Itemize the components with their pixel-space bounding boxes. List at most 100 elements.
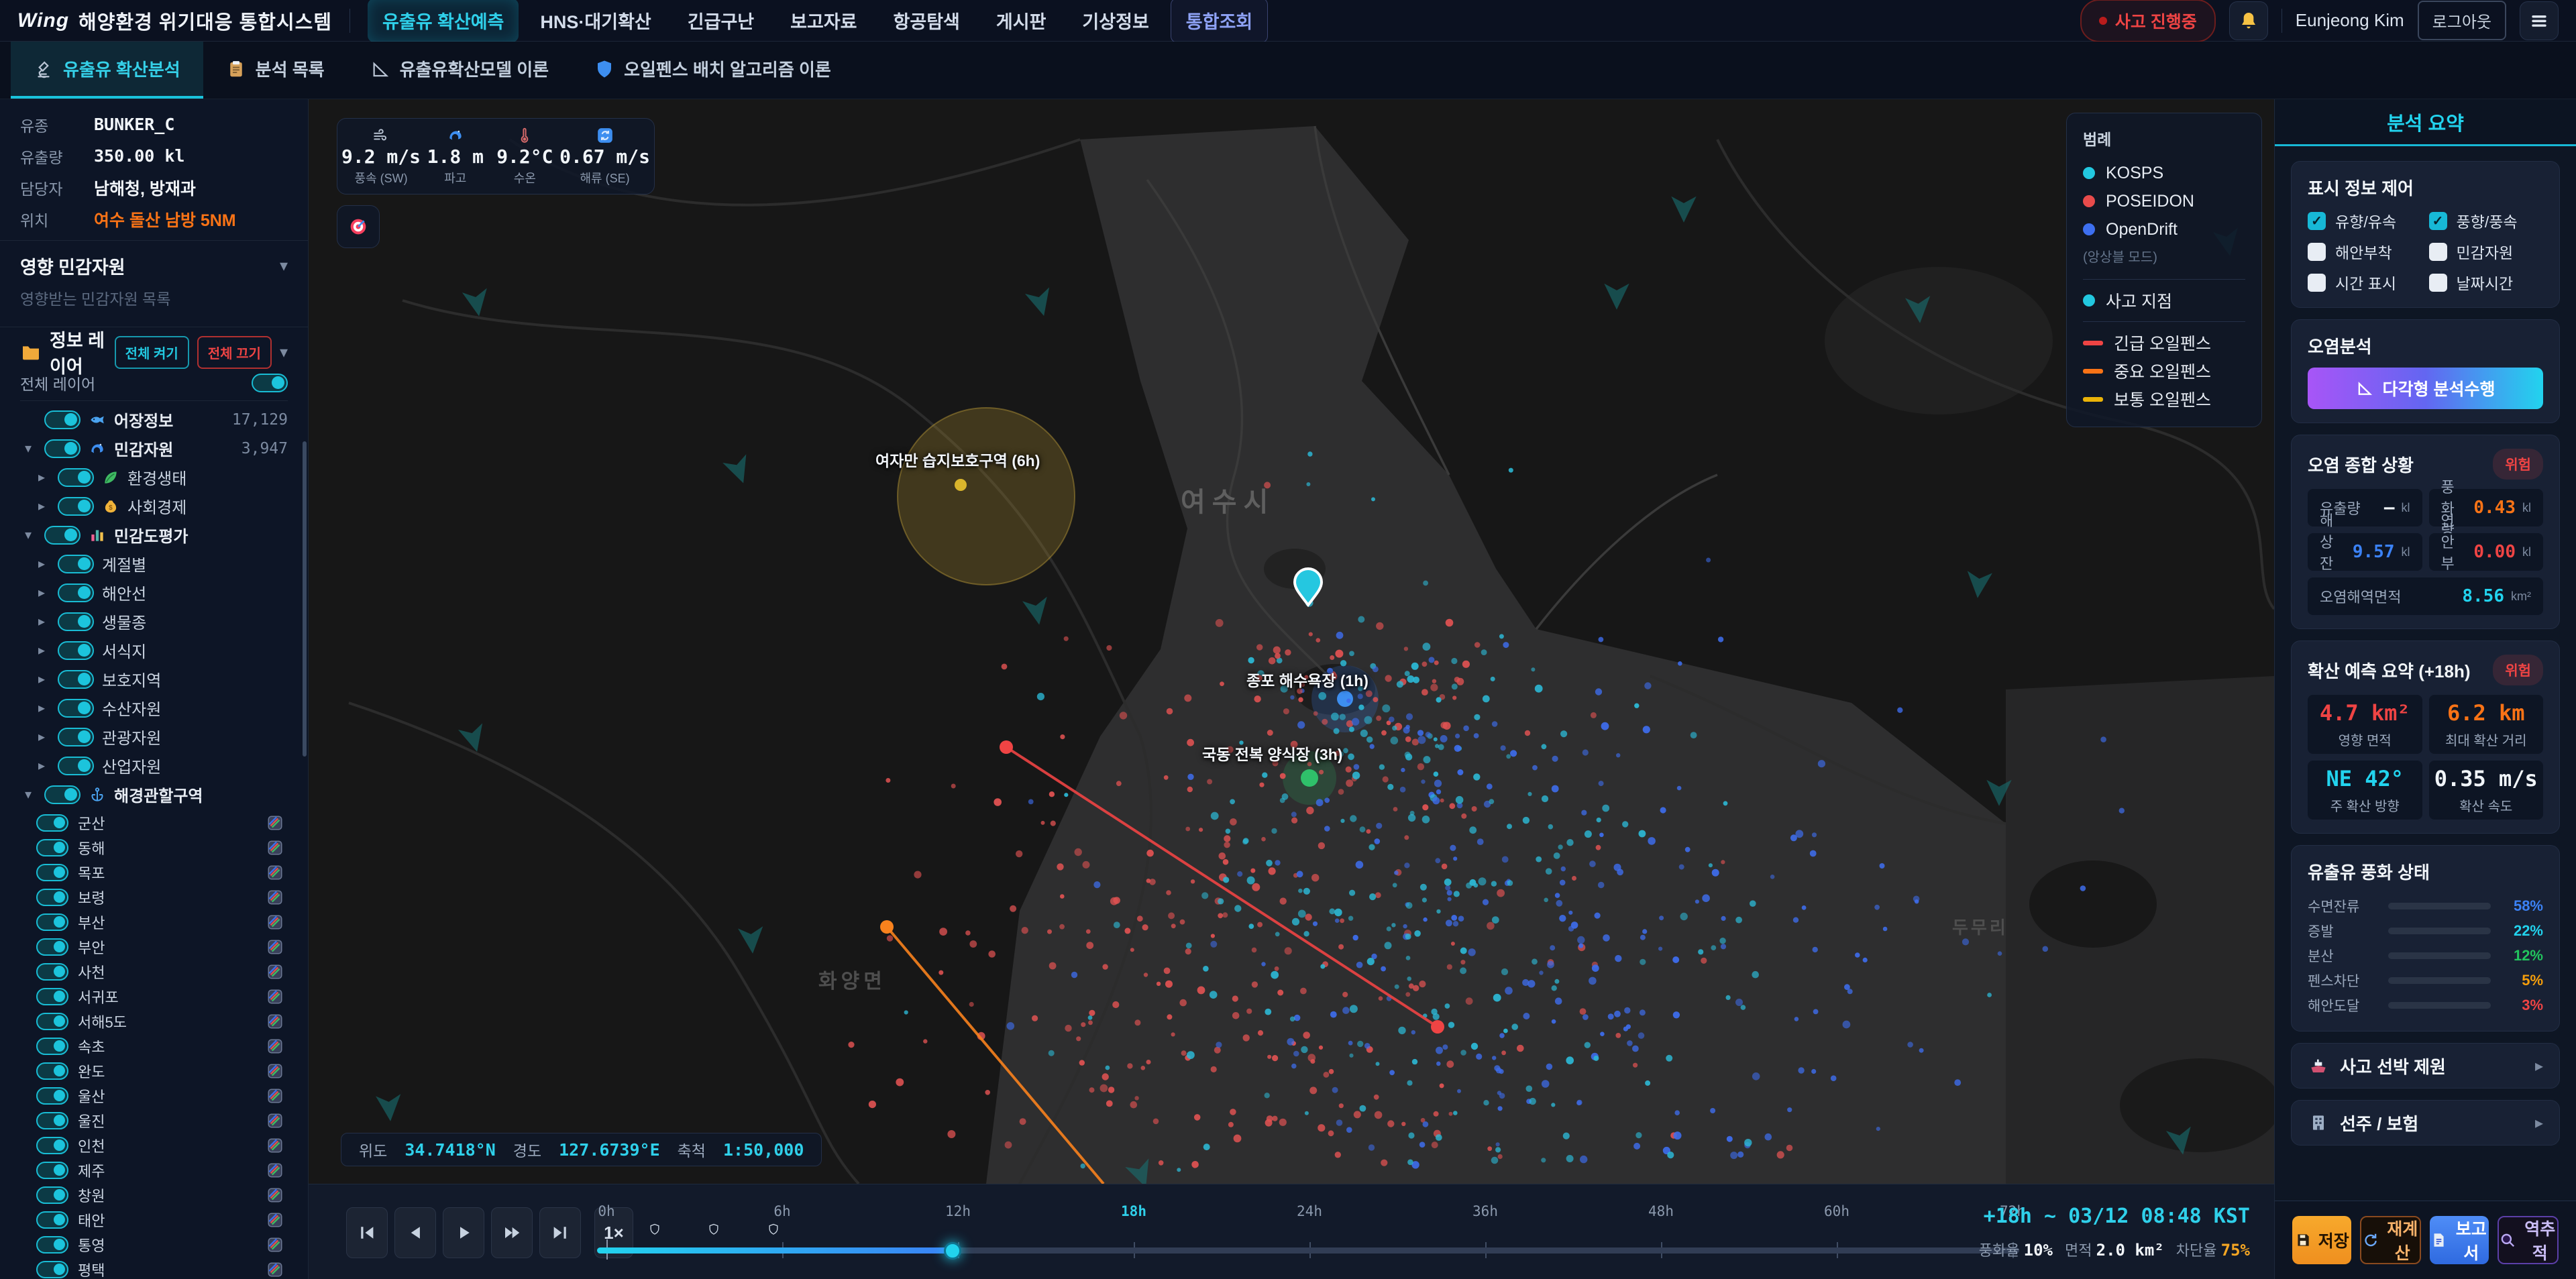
tab-2[interactable]: 유출유확산모델 이론 <box>347 42 572 99</box>
nav-item-3[interactable]: 보고자료 <box>775 0 871 42</box>
layer-toggle[interactable] <box>58 699 94 718</box>
chevron-right-icon[interactable]: ▸ <box>34 700 50 716</box>
chevron-down-icon[interactable]: ▾ <box>280 343 288 362</box>
chevron-right-icon[interactable]: ▸ <box>34 642 50 659</box>
layer-toggle[interactable] <box>58 468 94 487</box>
recalculate-button[interactable]: 재계산 <box>2360 1216 2422 1264</box>
region-style-icon[interactable] <box>266 1112 284 1129</box>
sidebar-scrollbar[interactable] <box>303 441 307 757</box>
layer-toggle[interactable] <box>58 497 94 516</box>
region-toggle[interactable] <box>36 1087 68 1105</box>
chevron-right-icon[interactable]: ▸ <box>34 671 50 687</box>
nav-item-6[interactable]: 기상정보 <box>1067 0 1163 42</box>
nav-item-7[interactable]: 통합조회 <box>1171 0 1268 43</box>
region-toggle[interactable] <box>36 963 68 981</box>
region-toggle[interactable] <box>36 988 68 1005</box>
layer-toggle[interactable] <box>58 641 94 660</box>
layer-toggle[interactable] <box>58 583 94 602</box>
chevron-down-icon[interactable]: ▾ <box>20 786 36 803</box>
region-style-icon[interactable] <box>266 1038 284 1055</box>
checkbox-unchecked[interactable] <box>2429 243 2447 261</box>
region-style-icon[interactable] <box>266 864 284 881</box>
backtrack-button[interactable]: 역추적 <box>2498 1216 2559 1264</box>
display-check-4[interactable]: 시간 표시 <box>2308 271 2422 294</box>
display-check-3[interactable]: 민감자원 <box>2429 240 2544 263</box>
region-toggle[interactable] <box>36 938 68 956</box>
chevron-right-icon[interactable]: ▸ <box>34 469 50 486</box>
region-style-icon[interactable] <box>266 1013 284 1030</box>
chevron-right-icon[interactable]: ▸ <box>34 728 50 745</box>
timeline-thumb[interactable] <box>944 1242 961 1260</box>
checkbox-checked[interactable]: ✓ <box>2308 212 2326 230</box>
chevron-down-icon[interactable]: ▾ <box>20 526 36 543</box>
chevron-right-icon[interactable]: ▸ <box>34 613 50 630</box>
tab-0[interactable]: 유출유 확산분석 <box>11 42 203 99</box>
region-toggle[interactable] <box>36 1137 68 1154</box>
region-style-icon[interactable] <box>266 1137 284 1154</box>
layer-toggle[interactable] <box>44 439 80 458</box>
region-style-icon[interactable] <box>266 1261 284 1278</box>
owner-insurance-card[interactable]: 선주 / 보험 ▸ <box>2291 1100 2560 1146</box>
logout-button[interactable]: 로그아웃 <box>2418 1 2506 40</box>
layer-toggle[interactable] <box>58 757 94 775</box>
region-toggle[interactable] <box>36 864 68 881</box>
display-check-2[interactable]: 해안부착 <box>2308 240 2422 263</box>
region-style-icon[interactable] <box>266 889 284 906</box>
map-canvas[interactable]: 여수시 화양면 두무리 여자만 습지보호구역 (6h) 종포 해수욕장 (1h)… <box>309 99 2274 1184</box>
region-style-icon[interactable] <box>266 1236 284 1254</box>
polygon-analysis-button[interactable]: 다각형 분석수행 <box>2308 368 2543 409</box>
region-toggle[interactable] <box>36 1261 68 1278</box>
nav-item-1[interactable]: HNS·대기확산 <box>525 0 665 42</box>
region-style-icon[interactable] <box>266 1186 284 1204</box>
nav-item-2[interactable]: 긴급구난 <box>673 0 769 42</box>
layer-toggle[interactable] <box>58 728 94 746</box>
step-back-button[interactable] <box>394 1207 436 1258</box>
region-toggle[interactable] <box>36 1211 68 1229</box>
display-check-0[interactable]: ✓유향/유속 <box>2308 209 2422 232</box>
nav-item-4[interactable]: 항공탐색 <box>879 0 975 42</box>
region-toggle[interactable] <box>36 1236 68 1254</box>
region-toggle[interactable] <box>36 1112 68 1129</box>
chevron-down-icon[interactable]: ▾ <box>280 256 288 276</box>
checkbox-checked[interactable]: ✓ <box>2429 212 2447 230</box>
display-check-1[interactable]: ✓풍향/풍속 <box>2429 209 2544 232</box>
layer-toggle[interactable] <box>58 670 94 689</box>
all-layers-on-button[interactable]: 전체 켜기 <box>115 336 189 369</box>
region-toggle[interactable] <box>36 1062 68 1080</box>
layer-toggle[interactable] <box>58 612 94 631</box>
notifications-button[interactable] <box>2229 1 2268 40</box>
all-layers-off-button[interactable]: 전체 끄기 <box>197 336 272 369</box>
chevron-right-icon[interactable]: ▸ <box>34 584 50 601</box>
region-toggle[interactable] <box>36 839 68 856</box>
layer-toggle[interactable] <box>44 526 80 545</box>
save-button[interactable]: 저장 <box>2292 1216 2351 1264</box>
nav-item-5[interactable]: 게시판 <box>981 0 1061 42</box>
region-style-icon[interactable] <box>266 913 284 931</box>
region-toggle[interactable] <box>36 1038 68 1055</box>
layer-toggle[interactable] <box>58 555 94 573</box>
region-toggle[interactable] <box>36 913 68 931</box>
region-toggle[interactable] <box>36 1186 68 1204</box>
region-toggle[interactable] <box>36 889 68 906</box>
chevron-right-icon[interactable]: ▸ <box>34 498 50 514</box>
region-style-icon[interactable] <box>266 963 284 981</box>
chevron-right-icon[interactable]: ▸ <box>34 757 50 774</box>
region-toggle[interactable] <box>36 1162 68 1179</box>
report-button[interactable]: 보고서 <box>2430 1216 2489 1264</box>
master-layer-toggle[interactable] <box>252 374 288 392</box>
layer-toggle[interactable] <box>44 410 80 429</box>
play-button[interactable] <box>443 1207 484 1258</box>
tab-1[interactable]: 분석 목록 <box>203 42 347 99</box>
skip-to-start-button[interactable] <box>346 1207 388 1258</box>
region-style-icon[interactable] <box>266 1162 284 1179</box>
region-style-icon[interactable] <box>266 938 284 956</box>
region-toggle[interactable] <box>36 1013 68 1030</box>
display-check-5[interactable]: 날짜시간 <box>2429 271 2544 294</box>
fast-forward-button[interactable] <box>491 1207 533 1258</box>
chevron-down-icon[interactable]: ▾ <box>20 440 36 457</box>
region-toggle[interactable] <box>36 814 68 832</box>
hamburger-menu-button[interactable] <box>2520 1 2559 40</box>
checkbox-unchecked[interactable] <box>2429 274 2447 292</box>
region-style-icon[interactable] <box>266 1211 284 1229</box>
region-style-icon[interactable] <box>266 814 284 832</box>
